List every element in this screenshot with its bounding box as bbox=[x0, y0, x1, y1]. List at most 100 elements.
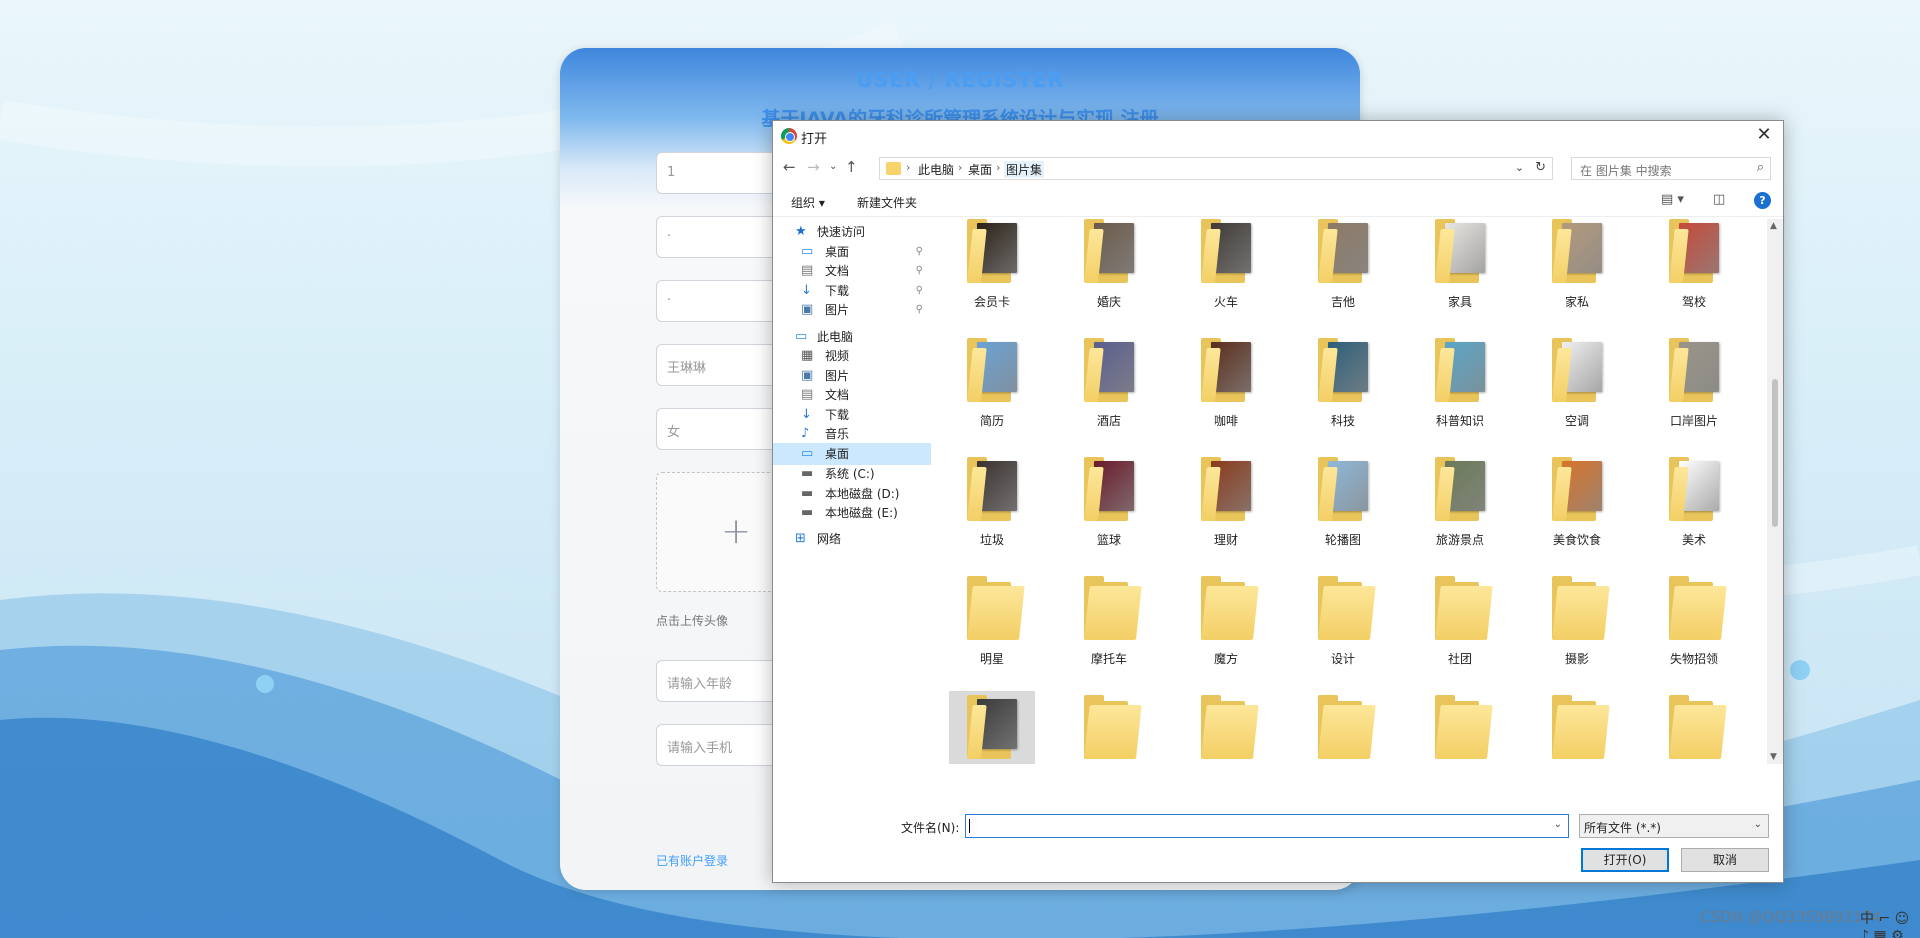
login-link[interactable]: 已有账户登录 bbox=[656, 852, 728, 869]
preview-pane-icon[interactable]: ◫ bbox=[1713, 192, 1725, 207]
folder-item[interactable]: 视频 bbox=[949, 691, 1035, 764]
folder-item[interactable]: 家私 bbox=[1534, 219, 1620, 311]
folder-item[interactable]: 摄影 bbox=[1534, 572, 1620, 668]
sidebar-item[interactable]: ★ 快速访问 bbox=[773, 221, 931, 243]
sidebar-item[interactable]: ▤ 文档 bbox=[773, 384, 931, 406]
folder-item[interactable]: 火车 bbox=[1183, 219, 1269, 311]
folder-icon bbox=[1552, 219, 1604, 283]
folder-item[interactable]: 台球 bbox=[1300, 691, 1386, 764]
sidebar-item[interactable]: ▣ 图片 ⚲ bbox=[773, 299, 931, 321]
filetype-select[interactable]: 所有文件 (*.*) ⌄ bbox=[1579, 814, 1769, 838]
new-folder-button[interactable]: 新建文件夹 bbox=[857, 194, 917, 211]
folder-item[interactable]: 跆拳道 bbox=[1417, 691, 1503, 764]
folder-item[interactable]: 科普知识 bbox=[1417, 334, 1503, 430]
folder-item[interactable]: 糖果 bbox=[1534, 691, 1620, 764]
folder-label: 魔方 bbox=[1213, 652, 1238, 666]
folder-label: 垃圾 bbox=[979, 533, 1004, 547]
folder-label: 咖啡 bbox=[1213, 414, 1238, 428]
folder-icon bbox=[1552, 338, 1604, 402]
sidebar-item[interactable]: ▬ 系统 (C:) bbox=[773, 463, 931, 485]
folder-item[interactable]: 失物招领 bbox=[1651, 572, 1737, 668]
folder-item[interactable]: 摩托车 bbox=[1066, 572, 1152, 668]
folder-item[interactable]: 科技 bbox=[1300, 334, 1386, 430]
sidebar-item[interactable]: ♪ 音乐 bbox=[773, 423, 931, 445]
sidebar-item[interactable]: ▤ 文档 ⚲ bbox=[773, 260, 931, 282]
folder-item[interactable]: 体育馆 bbox=[1651, 691, 1737, 764]
open-button[interactable]: 打开(O) bbox=[1581, 848, 1669, 872]
sidebar-item[interactable]: ▦ 视频 bbox=[773, 345, 931, 367]
folder-label: 吉他 bbox=[1330, 295, 1355, 309]
folder-item[interactable]: 驾校 bbox=[1651, 219, 1737, 311]
pin-icon[interactable]: ⚲ bbox=[916, 260, 923, 282]
folder-icon bbox=[1318, 576, 1376, 640]
folder-item[interactable]: 咖啡 bbox=[1183, 334, 1269, 430]
sidebar-item-label: 本地磁盘 (D:) bbox=[825, 487, 900, 501]
cancel-button[interactable]: 取消 bbox=[1681, 848, 1769, 872]
folder-item[interactable]: 旅游景点 bbox=[1417, 453, 1503, 549]
pin-icon[interactable]: ⚲ bbox=[916, 299, 923, 321]
folder-item[interactable]: 家具 bbox=[1417, 219, 1503, 311]
scroll-up-icon[interactable]: ▲ bbox=[1770, 221, 1777, 231]
close-icon[interactable]: ✕ bbox=[1753, 124, 1775, 145]
sidebar-item[interactable]: ⊞ 网络 bbox=[773, 528, 931, 550]
refresh-icon[interactable]: ↻ bbox=[1535, 160, 1546, 175]
folder-item[interactable]: 水果 bbox=[1183, 691, 1269, 764]
folder-icon bbox=[1552, 576, 1610, 640]
system-tray[interactable]: 中 ⌐ ☺ ♪ ▦ ⚙ bbox=[1860, 908, 1920, 938]
folder-item[interactable]: 垃圾 bbox=[949, 453, 1035, 549]
folder-item[interactable]: 会员卡 bbox=[949, 219, 1035, 311]
folder-label: 设计 bbox=[1330, 652, 1355, 666]
folder-item[interactable]: 简历 bbox=[949, 334, 1035, 430]
folder-item[interactable]: 设计 bbox=[1300, 572, 1386, 668]
folder-label: 明星 bbox=[979, 652, 1004, 666]
view-options-icon[interactable]: ▤ ▾ bbox=[1661, 192, 1684, 207]
sidebar-item[interactable]: ▭ 桌面 bbox=[773, 443, 931, 465]
folder-item[interactable]: 吉他 bbox=[1300, 219, 1386, 311]
folder-label: 酒店 bbox=[1096, 414, 1121, 428]
folder-item[interactable]: 美食饮食 bbox=[1534, 453, 1620, 549]
up-arrow-icon[interactable]: ↑ bbox=[845, 158, 858, 176]
text-caret bbox=[969, 819, 970, 833]
folder-item[interactable]: 理财 bbox=[1183, 453, 1269, 549]
filename-label: 文件名(N): bbox=[901, 821, 960, 835]
search-input[interactable]: 在 图片集 中搜索 ⌕ bbox=[1571, 157, 1771, 180]
folder-label: 理财 bbox=[1213, 533, 1238, 547]
folder-label: 轮播图 bbox=[1324, 533, 1361, 547]
back-arrow-icon[interactable]: ← bbox=[783, 158, 796, 176]
sidebar-item[interactable]: ▬ 本地磁盘 (E:) bbox=[773, 502, 931, 524]
folder-label: 摄影 bbox=[1564, 652, 1589, 666]
organize-button[interactable]: 组织 ▾ bbox=[791, 194, 825, 211]
scroll-thumb[interactable] bbox=[1772, 379, 1778, 527]
folder-item[interactable]: 明星 bbox=[949, 572, 1035, 668]
folder-item[interactable]: 社团 bbox=[1417, 572, 1503, 668]
breadcrumb-desktop[interactable]: 桌面 bbox=[968, 161, 992, 178]
folder-icon bbox=[886, 162, 901, 175]
breadcrumb-this-pc[interactable]: 此电脑 bbox=[918, 161, 954, 178]
chevron-down-icon: ⌄ bbox=[1753, 819, 1762, 830]
scroll-down-icon[interactable]: ▼ bbox=[1770, 752, 1777, 762]
folder-item[interactable]: 轮播图 bbox=[1300, 453, 1386, 549]
sidebar-item-label: 桌面 bbox=[825, 447, 850, 461]
filename-input[interactable]: ⌄ bbox=[965, 814, 1569, 838]
breadcrumb-current[interactable]: 图片集 bbox=[1004, 161, 1045, 178]
address-bar[interactable]: › 此电脑 › 桌面 › 图片集 ⌄ ↻ bbox=[879, 157, 1553, 180]
help-icon[interactable]: ? bbox=[1754, 192, 1771, 209]
folder-icon bbox=[1201, 457, 1253, 521]
folder-icon bbox=[1669, 338, 1721, 402]
folder-item[interactable]: 空调 bbox=[1534, 334, 1620, 430]
search-placeholder: 在 图片集 中搜索 bbox=[1580, 164, 1672, 178]
folder-item[interactable]: 婚庆 bbox=[1066, 219, 1152, 311]
folder-item[interactable]: 篮球 bbox=[1066, 453, 1152, 549]
chevron-down-icon[interactable]: ⌄ bbox=[1515, 161, 1524, 174]
download-icon: ↓ bbox=[801, 283, 812, 298]
chevron-down-icon[interactable]: ⌄ bbox=[1554, 819, 1562, 830]
recent-chevron-icon[interactable]: ⌄ bbox=[829, 161, 837, 172]
forward-arrow-icon[interactable]: → bbox=[807, 158, 820, 176]
folder-label: 驾校 bbox=[1681, 295, 1706, 309]
vertical-scrollbar[interactable]: ▲ ▼ bbox=[1767, 219, 1783, 764]
folder-item[interactable]: 手机 bbox=[1066, 691, 1152, 764]
folder-item[interactable]: 美术 bbox=[1651, 453, 1737, 549]
folder-item[interactable]: 酒店 bbox=[1066, 334, 1152, 430]
folder-item[interactable]: 魔方 bbox=[1183, 572, 1269, 668]
folder-item[interactable]: 口岸图片 bbox=[1651, 334, 1737, 430]
